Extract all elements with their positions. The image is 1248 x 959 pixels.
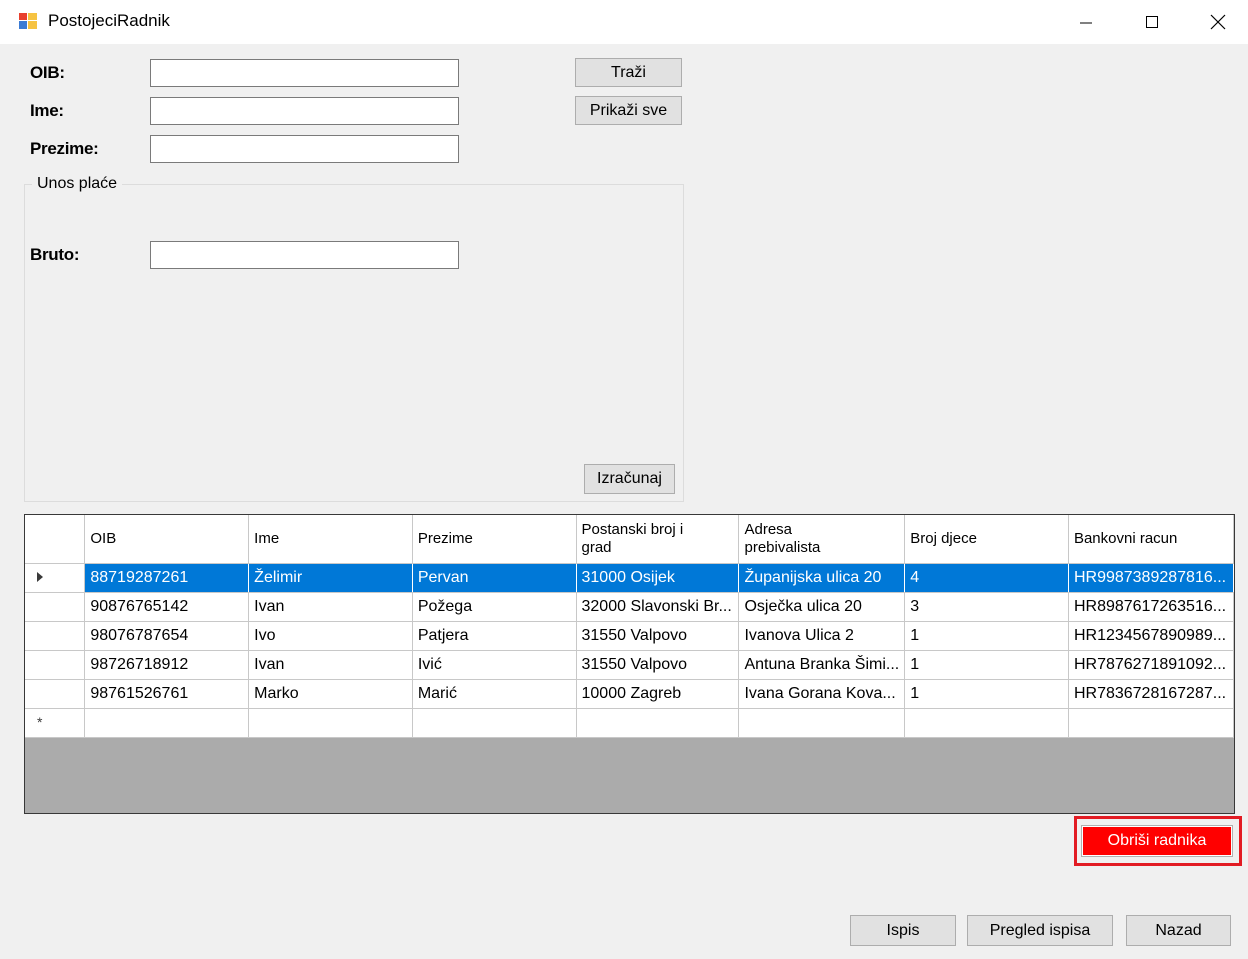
delete-employee-button[interactable]: Obriši radnika — [1081, 825, 1233, 857]
table-header-row: OIB Ime Prezime Postanski broj i grad Ad… — [25, 515, 1234, 564]
table-cell[interactable]: Ivo — [248, 621, 413, 651]
table-cell[interactable]: 32000 Slavonski Br... — [576, 592, 740, 622]
table-cell[interactable] — [1068, 708, 1234, 738]
row-selector[interactable] — [25, 592, 86, 622]
calculate-button[interactable]: Izračunaj — [584, 464, 675, 494]
table-cell[interactable]: 1 — [904, 679, 1069, 709]
oib-label: OIB: — [30, 63, 65, 82]
ime-label: Ime: — [30, 101, 64, 120]
row-selector[interactable] — [25, 563, 86, 593]
table-cell[interactable] — [738, 708, 906, 738]
table-cell[interactable]: Marić — [412, 679, 577, 709]
table-row[interactable]: 98726718912 Ivan Ivić 31550 Valpovo Antu… — [25, 650, 1234, 680]
employees-grid[interactable]: OIB Ime Prezime Postanski broj i grad Ad… — [24, 514, 1235, 814]
table-row[interactable]: 98076787654 Ivo Patjera 31550 Valpovo Iv… — [25, 621, 1234, 651]
table-cell[interactable]: Želimir — [248, 563, 413, 593]
table-cell[interactable]: Marko — [248, 679, 413, 709]
row-selector[interactable] — [25, 621, 86, 651]
column-header[interactable]: Bankovni racun — [1068, 515, 1234, 564]
table-cell[interactable]: Ivan — [248, 650, 413, 680]
minimize-button[interactable] — [1056, 0, 1116, 44]
ime-input[interactable] — [150, 97, 459, 125]
table-cell[interactable]: 98726718912 — [84, 650, 250, 680]
row-selector[interactable] — [25, 650, 86, 680]
row-selector[interactable] — [25, 679, 86, 709]
show-all-button[interactable]: Prikaži sve — [575, 96, 682, 125]
table-cell[interactable]: Osječka ulica 20 — [738, 592, 906, 622]
table-cell[interactable]: Antuna Branka Šimi... — [738, 650, 906, 680]
table-row[interactable]: 98761526761 Marko Marić 10000 Zagreb Iva… — [25, 679, 1234, 709]
table-cell[interactable]: HR7876271891092... — [1068, 650, 1234, 680]
table-cell[interactable]: Požega — [412, 592, 577, 622]
table-cell[interactable]: 1 — [904, 621, 1069, 651]
column-header[interactable]: Postanski broj i grad — [576, 515, 740, 564]
column-header[interactable]: Broj djece — [904, 515, 1069, 564]
table-cell[interactable]: 31000 Osijek — [576, 563, 740, 593]
table-cell[interactable] — [412, 708, 577, 738]
column-header[interactable]: Prezime — [412, 515, 577, 564]
maximize-icon — [1146, 16, 1158, 28]
table-cell[interactable] — [84, 708, 250, 738]
table-cell[interactable] — [576, 708, 740, 738]
table-cell[interactable]: Ivan — [248, 592, 413, 622]
table-cell[interactable]: 31550 Valpovo — [576, 650, 740, 680]
row-selector[interactable]: * — [25, 708, 86, 738]
table-cell[interactable]: Županijska ulica 20 — [738, 563, 906, 593]
column-header-label: Postanski broj i grad — [581, 520, 684, 556]
minimize-icon — [1080, 22, 1092, 24]
bruto-label: Bruto: — [30, 245, 80, 264]
oib-input[interactable] — [150, 59, 459, 87]
prezime-input[interactable] — [150, 135, 459, 163]
table-row[interactable]: 90876765142 Ivan Požega 32000 Slavonski … — [25, 592, 1234, 622]
table-cell[interactable]: HR8987617263516... — [1068, 592, 1234, 622]
new-row[interactable]: * — [25, 708, 1234, 738]
table-cell[interactable]: Ivanova Ulica 2 — [738, 621, 906, 651]
table-cell[interactable]: 31550 Valpovo — [576, 621, 740, 651]
close-button[interactable] — [1188, 0, 1248, 44]
table-cell[interactable]: 10000 Zagreb — [576, 679, 740, 709]
back-button[interactable]: Nazad — [1126, 915, 1231, 946]
maximize-button[interactable] — [1122, 0, 1182, 44]
column-header[interactable]: OIB — [84, 515, 250, 564]
table-cell[interactable]: 3 — [904, 592, 1069, 622]
table-cell[interactable]: HR9987389287816... — [1068, 563, 1234, 593]
column-header-label: Adresa prebivalista — [744, 520, 821, 556]
row-header-corner — [25, 515, 86, 564]
salary-group-title: Unos plaće — [32, 174, 123, 194]
current-row-arrow-icon — [37, 572, 43, 583]
employees-table: OIB Ime Prezime Postanski broj i grad Ad… — [25, 515, 1234, 738]
app-icon — [18, 12, 38, 30]
table-cell[interactable]: 88719287261 — [84, 563, 250, 593]
table-cell[interactable]: 98761526761 — [84, 679, 250, 709]
salary-groupbox — [24, 184, 684, 502]
table-cell[interactable]: Ivić — [412, 650, 577, 680]
table-cell[interactable] — [904, 708, 1069, 738]
table-cell[interactable]: Patjera — [412, 621, 577, 651]
table-cell[interactable]: HR7836728167287... — [1068, 679, 1234, 709]
search-button[interactable]: Traži — [575, 58, 682, 87]
window-title: PostojeciRadnik — [48, 11, 170, 30]
table-cell[interactable]: Pervan — [412, 563, 577, 593]
table-cell[interactable]: HR1234567890989... — [1068, 621, 1234, 651]
prezime-label: Prezime: — [30, 139, 99, 158]
table-cell[interactable]: 4 — [904, 563, 1069, 593]
new-row-asterisk-icon: * — [37, 713, 43, 730]
bruto-input[interactable] — [150, 241, 459, 269]
table-row[interactable]: 88719287261 Želimir Pervan 31000 Osijek … — [25, 563, 1234, 593]
close-icon — [1210, 14, 1226, 30]
column-header[interactable]: Adresa prebivalista — [738, 515, 906, 564]
table-cell[interactable]: Ivana Gorana Kova... — [738, 679, 906, 709]
print-preview-button[interactable]: Pregled ispisa — [967, 915, 1113, 946]
table-cell[interactable]: 1 — [904, 650, 1069, 680]
column-header[interactable]: Ime — [248, 515, 413, 564]
table-cell[interactable]: 98076787654 — [84, 621, 250, 651]
print-button[interactable]: Ispis — [850, 915, 956, 946]
table-cell[interactable]: 90876765142 — [84, 592, 250, 622]
table-cell[interactable] — [248, 708, 413, 738]
